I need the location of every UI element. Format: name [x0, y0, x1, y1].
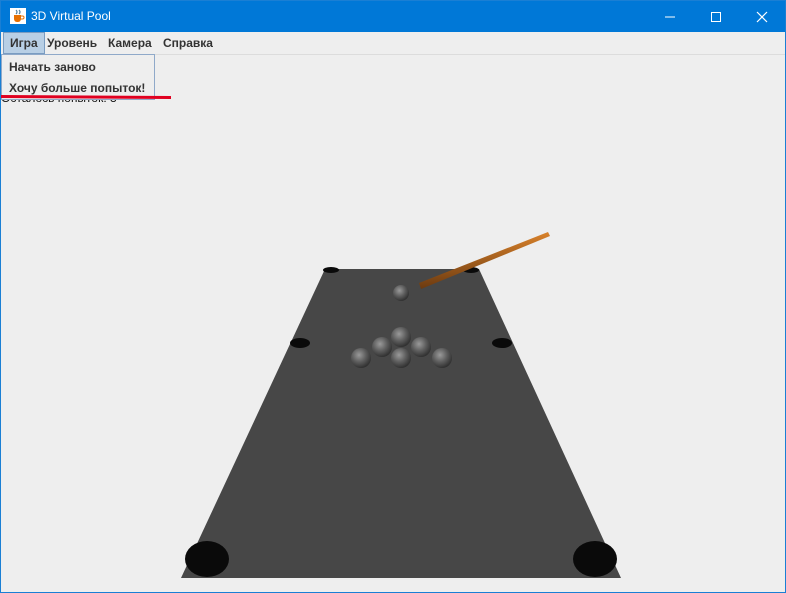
menu-bar: Игра Уровень Камера Справка [1, 32, 785, 55]
pocket-near-left [185, 541, 229, 577]
app-window: 3D Virtual Pool Игра Уровень Камера Спра… [0, 0, 786, 593]
menu-help[interactable]: Справка [157, 32, 219, 54]
pool-table [181, 269, 621, 578]
maximize-icon [711, 12, 721, 22]
java-cup-icon [10, 8, 26, 24]
pool-cue [419, 232, 550, 289]
minimize-button[interactable] [647, 1, 693, 32]
pool-ball [372, 337, 392, 357]
pool-ball [432, 348, 452, 368]
cue-ball [393, 285, 409, 301]
pool-scene [181, 232, 621, 578]
pool-ball [351, 348, 371, 368]
pocket-mid-right [492, 338, 512, 348]
pool-ball [391, 348, 411, 368]
game-canvas[interactable]: Осталось попыток: 3 [1, 55, 785, 592]
menu-level[interactable]: Уровень [41, 32, 103, 54]
pool-ball [411, 337, 431, 357]
menu-game[interactable]: Игра [3, 32, 45, 54]
window-title: 3D Virtual Pool [31, 9, 111, 23]
title-bar[interactable]: 3D Virtual Pool [1, 1, 785, 32]
pocket-near-right [573, 541, 617, 577]
close-icon [756, 11, 768, 23]
minimize-icon [665, 16, 675, 18]
menu-item-restart[interactable]: Начать заново [2, 57, 154, 77]
menu-camera[interactable]: Камера [102, 32, 158, 54]
game-menu-dropdown: Начать заново Хочу больше попыток! [1, 54, 155, 100]
red-underline-annotation [1, 95, 171, 99]
pool-ball [391, 327, 411, 347]
pocket-mid-left [290, 338, 310, 348]
maximize-button[interactable] [693, 1, 739, 32]
close-button[interactable] [739, 1, 785, 32]
pocket-far-left [323, 267, 339, 273]
